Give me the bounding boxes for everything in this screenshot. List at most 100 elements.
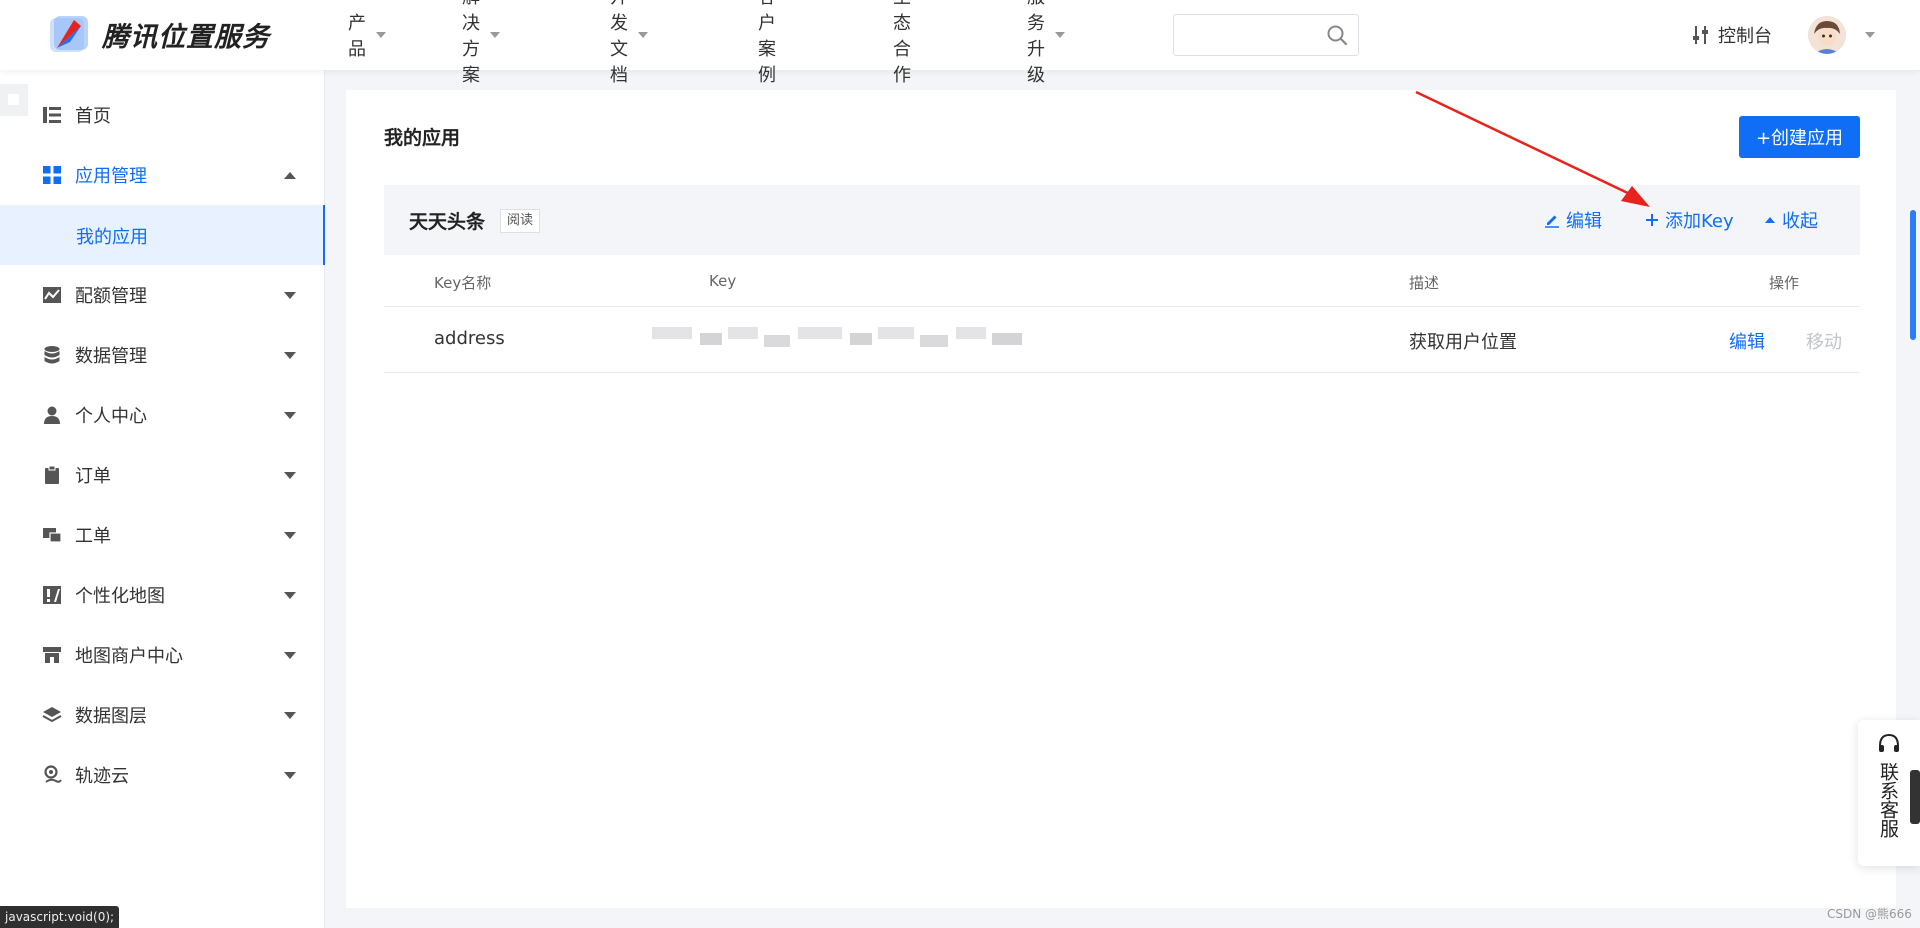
edit-app-button[interactable]: 编辑	[1544, 207, 1602, 233]
edit-app-label: 编辑	[1566, 211, 1602, 232]
caret-down-icon	[376, 32, 386, 38]
search-input[interactable]	[1182, 23, 1312, 47]
top-header: 腾讯位置服务 产品 解决方案 开发文档 客户案例 生态合作 服务升级	[0, 0, 1920, 86]
sidebar-item-label: 个人中心	[75, 406, 147, 427]
logo[interactable]: 腾讯位置服务	[48, 14, 270, 54]
sidebar-item-label: 地图商户中心	[75, 646, 183, 667]
column-header-key: Key	[709, 272, 737, 290]
app-header-bar: 天天头条 阅读 编辑 添加Key 收起	[384, 185, 1860, 255]
caret-up-icon	[1765, 217, 1775, 223]
caret-down-icon	[638, 32, 648, 38]
nav-item-upgrade[interactable]: 服务升级	[1027, 0, 1065, 87]
grid-icon	[43, 166, 61, 184]
logo-compass-icon	[48, 14, 88, 54]
caret-down-icon	[284, 471, 296, 479]
ticket-icon	[43, 528, 62, 543]
caret-down-icon	[490, 32, 500, 38]
clipboard-icon	[45, 465, 59, 484]
add-key-label: 添加Key	[1665, 211, 1734, 232]
sidebar-item-data-management[interactable]: 数据管理	[0, 325, 325, 385]
app-category-badge: 阅读	[500, 209, 541, 233]
description-cell: 获取用户位置	[1409, 332, 1517, 353]
caret-down-icon	[284, 771, 296, 779]
sidebar-item-quota[interactable]: 配额管理	[0, 265, 325, 325]
track-icon	[44, 765, 62, 783]
sidebar-item-tickets[interactable]: 工单	[0, 505, 325, 565]
caret-down-icon	[284, 651, 296, 659]
nav-label: 开发文档	[610, 0, 628, 86]
avatar-caret-down-icon[interactable]	[1865, 32, 1875, 38]
contact-support-widget[interactable]: 联系客服	[1858, 720, 1920, 866]
plus-icon	[1646, 214, 1658, 226]
caret-down-icon	[284, 711, 296, 719]
sidebar-item-label: 数据图层	[75, 706, 147, 727]
sidebar-item-label: 数据管理	[75, 346, 147, 367]
row-move-button[interactable]: 移动	[1806, 328, 1842, 354]
sidebar-subitem-label: 我的应用	[76, 227, 148, 248]
caret-down-icon	[284, 531, 296, 539]
caret-down-icon	[1055, 32, 1065, 38]
nav-label: 生态合作	[893, 0, 911, 86]
search-box	[1173, 14, 1359, 56]
sidebar-item-label: 工单	[75, 526, 111, 547]
console-label: 控制台	[1718, 26, 1772, 47]
map-style-icon	[43, 586, 61, 604]
database-icon	[44, 346, 60, 364]
create-app-button[interactable]: +创建应用	[1739, 116, 1860, 158]
widget-handle	[1910, 770, 1920, 824]
nav-item-product[interactable]: 产品	[348, 9, 386, 61]
sidebar-item-track-cloud[interactable]: 轨迹云	[0, 745, 325, 805]
sidebar-item-label: 个性化地图	[75, 586, 165, 607]
collapse-label: 收起	[1782, 211, 1818, 232]
store-icon	[43, 647, 61, 663]
row-edit-button[interactable]: 编辑	[1729, 328, 1765, 354]
nav-item-docs[interactable]: 开发文档	[610, 0, 648, 87]
page-title: 我的应用	[384, 127, 461, 149]
column-header-actions: 操作	[1769, 274, 1800, 292]
user-icon	[44, 406, 60, 424]
sidebar-item-app-management[interactable]: 应用管理	[0, 145, 325, 205]
avatar[interactable]	[1808, 16, 1846, 54]
sidebar-item-label: 订单	[75, 466, 111, 487]
nav-label: 服务升级	[1027, 0, 1045, 86]
collapse-button[interactable]: 收起	[1764, 207, 1818, 233]
sidebar-subitem-my-apps[interactable]: 我的应用	[0, 205, 325, 265]
nav-item-solutions[interactable]: 解决方案	[462, 0, 500, 87]
sidebar-item-custom-map[interactable]: 个性化地图	[0, 565, 325, 625]
caret-down-icon	[284, 291, 296, 299]
sidebar-item-label: 轨迹云	[75, 766, 129, 787]
nav-item-cases[interactable]: 客户案例	[758, 0, 776, 87]
sidebar-item-label: 应用管理	[75, 166, 147, 187]
chart-area-icon	[43, 287, 61, 303]
key-name-cell: address	[434, 328, 505, 349]
nav-item-ecosystem[interactable]: 生态合作	[893, 0, 911, 87]
app-name: 天天头条	[409, 211, 486, 233]
column-header-key-name: Key名称	[434, 274, 492, 292]
console-link[interactable]: 控制台	[1692, 0, 1772, 70]
contact-support-label: 联系客服	[1877, 762, 1899, 838]
caret-down-icon	[284, 351, 296, 359]
nav-label: 客户案例	[758, 0, 776, 86]
caret-down-icon	[284, 411, 296, 419]
sidebar-item-label: 首页	[75, 106, 111, 127]
nav-label: 产品	[348, 13, 366, 60]
nav-label: 解决方案	[462, 0, 480, 86]
sidebar-item-home[interactable]: 首页	[0, 85, 325, 145]
sidebar-item-label: 配额管理	[75, 286, 147, 307]
sidebar-item-merchant-center[interactable]: 地图商户中心	[0, 625, 325, 685]
page-scrollbar[interactable]	[1910, 210, 1916, 340]
status-bar-link: javascript:void(0);	[0, 906, 120, 928]
home-list-icon	[43, 107, 61, 123]
search-icon[interactable]	[1326, 24, 1348, 46]
logo-text: 腾讯位置服务	[102, 21, 270, 53]
add-key-button[interactable]: 添加Key	[1645, 207, 1734, 233]
sidebar: 首页 应用管理 我的应用 配额管理 数据管理 个人中心 订单 工单 个性化地图 …	[0, 70, 325, 928]
layers-icon	[42, 707, 62, 723]
sidebar-item-data-layers[interactable]: 数据图层	[0, 685, 325, 745]
sidebar-item-orders[interactable]: 订单	[0, 445, 325, 505]
caret-down-icon	[284, 591, 296, 599]
sliders-icon	[1693, 26, 1708, 44]
pencil-icon	[1545, 215, 1559, 228]
key-table-header: Key名称 Key 描述 操作	[384, 255, 1860, 307]
sidebar-item-personal-center[interactable]: 个人中心	[0, 385, 325, 445]
